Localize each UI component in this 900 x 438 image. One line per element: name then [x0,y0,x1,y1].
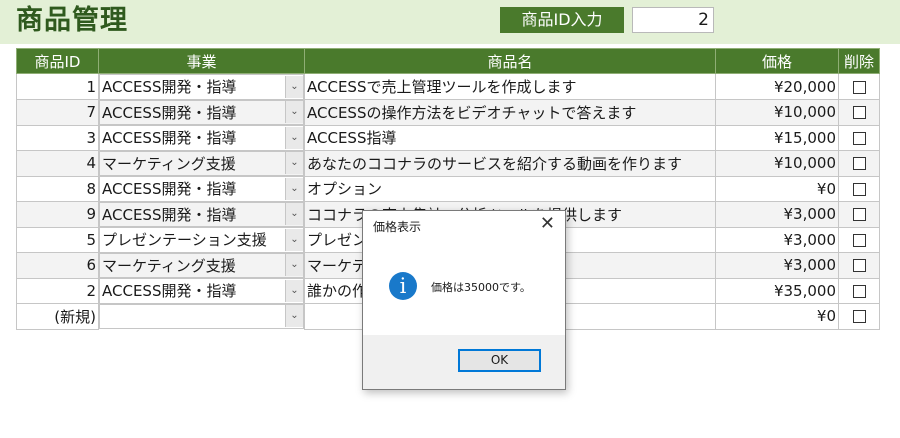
cell-price[interactable]: ¥10,000 [715,99,839,126]
cell-delete [838,99,880,126]
column-header-name: 商品名 [304,48,716,74]
cell-price[interactable]: ¥3,000 [715,226,839,253]
cell-delete [838,201,880,228]
delete-checkbox[interactable] [852,284,866,298]
cell-price[interactable]: ¥35,000 [715,277,839,304]
cell-product-name[interactable]: オプション [304,175,716,202]
cell-product-id[interactable]: 7 [16,99,99,126]
delete-checkbox[interactable] [852,157,866,171]
column-header-price: 価格 [715,48,839,74]
delete-checkbox[interactable] [852,208,866,222]
cell-product-id[interactable]: 3 [16,124,99,151]
cell-price[interactable]: ¥10,000 [715,150,839,177]
cell-delete [838,226,880,253]
info-icon: i [389,272,417,300]
business-value: マーケティング支援 [102,154,236,173]
chevron-down-icon[interactable]: ⌄ [285,279,303,302]
dialog-message: 価格は35000です。 [431,281,531,294]
delete-checkbox[interactable] [852,233,866,247]
header-bar [0,0,900,44]
cell-delete [838,73,880,100]
cell-business[interactable]: マーケティング支援 ⌄ [99,252,304,278]
cell-business[interactable]: ACCESS開発・指導 ⌄ [99,99,304,125]
chevron-down-icon[interactable]: ⌄ [285,152,303,175]
product-id-label: 商品ID入力 [500,7,624,33]
cell-price[interactable]: ¥0 [715,175,839,202]
business-value: ACCESS開発・指導 [102,180,237,199]
cell-business[interactable]: ACCESS開発・指導 ⌄ [99,176,304,202]
cell-delete [838,252,880,279]
price-dialog: 価格表示 ✕ i 価格は35000です。 OK [362,210,566,390]
business-value: ACCESS開発・指導 [102,129,237,148]
cell-delete [838,124,880,151]
cell-price[interactable]: ¥0 [715,303,839,330]
cell-product-id[interactable]: 5 [16,226,99,253]
dialog-title: 価格表示 [373,220,422,234]
table-row: 3 ACCESS開発・指導 ⌄ ACCESS指導 ¥15,000 [16,124,880,151]
page-title: 商品管理 [16,5,128,36]
cell-product-id[interactable]: 9 [16,201,99,228]
chevron-down-icon[interactable]: ⌄ [285,101,303,124]
cell-business[interactable]: プレゼンテーション支援 ⌄ [99,227,304,253]
cell-business[interactable]: ACCESS開発・指導 ⌄ [99,74,304,100]
cell-product-id[interactable]: (新規) [16,303,99,330]
cell-price[interactable]: ¥20,000 [715,73,839,100]
business-value: ACCESS開発・指導 [102,103,237,122]
cell-product-name[interactable]: あなたのココナラのサービスを紹介する動画を作ります [304,150,716,177]
chevron-down-icon[interactable]: ⌄ [285,177,303,200]
delete-checkbox[interactable] [852,182,866,196]
column-header-id: 商品ID [16,48,99,74]
close-icon[interactable]: ✕ [540,213,555,234]
cell-price[interactable]: ¥15,000 [715,124,839,151]
business-value: ACCESS開発・指導 [102,282,237,301]
cell-price[interactable]: ¥3,000 [715,201,839,228]
chevron-down-icon[interactable]: ⌄ [285,126,303,149]
delete-checkbox[interactable] [852,106,866,120]
table-row: 4 マーケティング支援 ⌄ あなたのココナラのサービスを紹介する動画を作ります ¥10,… [16,150,880,177]
chevron-down-icon[interactable]: ⌄ [285,203,303,226]
cell-business[interactable]: ACCESS開発・指導 ⌄ [99,278,304,304]
table-row: 7 ACCESS開発・指導 ⌄ ACCESSの操作方法をビデオチャットで答えます ¥10… [16,99,880,126]
column-header-delete: 削除 [838,48,880,74]
cell-product-id[interactable]: 2 [16,277,99,304]
table-row: 8 ACCESS開発・指導 ⌄ オプション ¥0 [16,175,880,202]
cell-delete [838,150,880,177]
cell-product-name[interactable]: ACCESSで売上管理ツールを作成します [304,73,716,100]
ok-button[interactable]: OK [458,349,541,372]
business-value: ACCESS開発・指導 [102,205,237,224]
table-header-row: 商品ID 事業 商品名 価格 削除 [16,48,880,74]
cell-product-name[interactable]: ACCESSの操作方法をビデオチャットで答えます [304,99,716,126]
cell-delete [838,303,880,330]
chevron-down-icon[interactable]: ⌄ [285,75,303,98]
cell-business[interactable]: ACCESS開発・指導 ⌄ [99,125,304,151]
cell-product-id[interactable]: 1 [16,73,99,100]
column-header-business: 事業 [98,48,305,74]
delete-checkbox[interactable] [852,310,866,324]
chevron-down-icon[interactable]: ⌄ [285,254,303,277]
delete-checkbox[interactable] [852,80,866,94]
cell-product-name[interactable]: ACCESS指導 [304,124,716,151]
cell-price[interactable]: ¥3,000 [715,252,839,279]
delete-checkbox[interactable] [852,131,866,145]
cell-product-id[interactable]: 8 [16,175,99,202]
business-value: ACCESS開発・指導 [102,78,237,97]
chevron-down-icon[interactable]: ⌄ [285,228,303,251]
business-value: マーケティング支援 [102,256,236,275]
chevron-down-icon[interactable]: ⌄ [285,305,303,328]
product-id-input[interactable]: 2 [632,7,714,33]
cell-business[interactable]: ACCESS開発・指導 ⌄ [99,201,304,227]
cell-delete [838,277,880,304]
business-value: プレゼンテーション支援 [102,231,267,250]
cell-business[interactable]: ⌄ [99,303,304,329]
cell-delete [838,175,880,202]
cell-product-id[interactable]: 4 [16,150,99,177]
table-row: 1 ACCESS開発・指導 ⌄ ACCESSで売上管理ツールを作成します ¥20,000 [16,73,880,100]
delete-checkbox[interactable] [852,259,866,273]
cell-product-id[interactable]: 6 [16,252,99,279]
cell-business[interactable]: マーケティング支援 ⌄ [99,150,304,176]
